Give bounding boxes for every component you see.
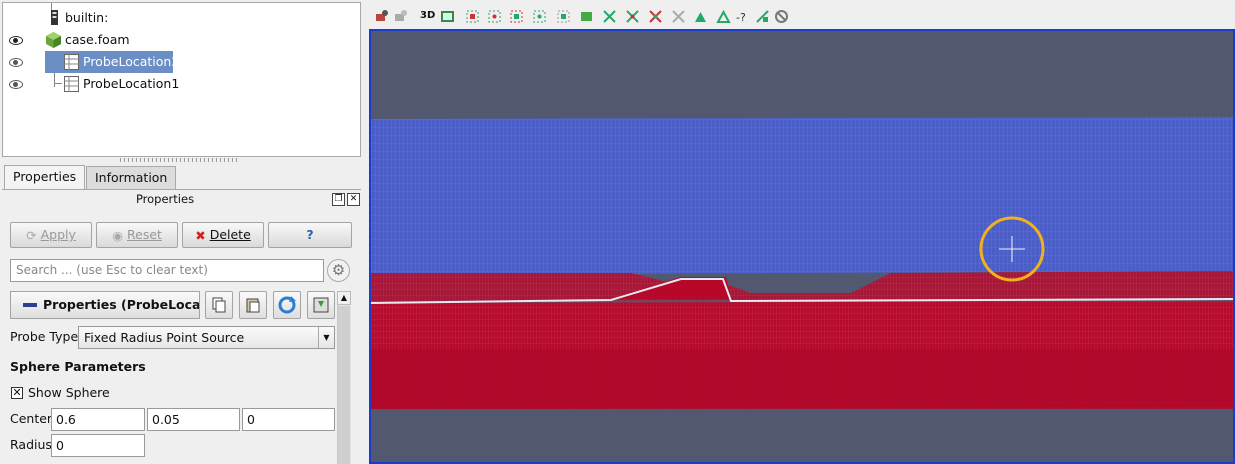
splitter-handle[interactable] [120, 158, 240, 162]
help-icon[interactable]: -? [735, 9, 750, 24]
tab-properties[interactable]: Properties [4, 165, 86, 189]
save-icon [313, 297, 329, 313]
cube-icon [46, 32, 61, 48]
search-input[interactable]: Search ... (use Esc to clear text) [10, 259, 324, 282]
pipeline-item-label: ProbeLocation1 [83, 76, 180, 91]
tab-information[interactable]: Information [86, 166, 177, 189]
apply-button[interactable]: ⟳ Apply [10, 222, 92, 248]
pipeline-item-case-foam[interactable]: case.foam [3, 29, 360, 51]
interactive-select-icon[interactable] [556, 9, 571, 24]
radius-label: Radius [10, 437, 52, 452]
apply-icon: ⟳ [26, 227, 37, 243]
gear-icon[interactable]: ⚙ [327, 259, 350, 282]
delete-button[interactable]: ✖ Delete [182, 222, 264, 248]
svg-text:-?: -? [736, 11, 746, 24]
pipeline-item-label: ProbeLocation2 [83, 54, 180, 69]
refresh-button[interactable] [273, 291, 301, 319]
hover-cells-icon[interactable] [602, 9, 617, 24]
server-icon [51, 10, 58, 25]
probe-type-value: Fixed Radius Point Source [84, 330, 245, 345]
help-button[interactable]: ? [268, 222, 352, 248]
center-label: Center [10, 411, 53, 426]
pipeline-item-probelocation1[interactable]: ProbeLocation1 [3, 73, 360, 95]
paste-button[interactable] [239, 291, 267, 319]
shrink-selection-icon[interactable] [648, 9, 663, 24]
chevron-down-icon: ▼ [318, 327, 334, 348]
delete-label: Delete [209, 227, 251, 242]
edit-icon[interactable] [693, 9, 708, 24]
eye-icon[interactable] [9, 80, 23, 89]
clear-selection-icon[interactable] [671, 9, 686, 24]
float-icon[interactable]: ❐ [332, 193, 345, 206]
probe-type-label: Probe Type [10, 329, 79, 344]
pipeline-item-label: builtin: [65, 10, 109, 25]
paste-icon [246, 298, 260, 313]
view-toolbar: 3D -? [369, 6, 1235, 28]
3d-toggle[interactable]: 3D [420, 10, 435, 21]
panel-title: Properties [135, 192, 195, 206]
screenshot-icon[interactable] [440, 9, 455, 24]
center-y-input[interactable]: 0.05 [147, 408, 240, 431]
probe-type-select[interactable]: Fixed Radius Point Source ▼ [78, 326, 335, 349]
select-blocks-icon[interactable] [532, 9, 547, 24]
table-icon [64, 76, 79, 92]
center-x-input[interactable]: 0.6 [51, 408, 145, 431]
copy-icon [212, 297, 226, 313]
center-z-input[interactable]: 0 [242, 408, 335, 431]
copy-button[interactable] [205, 291, 233, 319]
show-sphere-label: Show Sphere [28, 385, 110, 400]
eye-icon[interactable] [9, 58, 23, 67]
show-sphere-checkbox[interactable]: ✕ [11, 387, 23, 399]
delete-icon: ✖ [195, 227, 206, 243]
disable-icon[interactable] [774, 9, 789, 24]
apply-label: Apply [40, 227, 76, 242]
pipeline-item-builtin[interactable]: builtin: [3, 7, 360, 29]
sphere-parameters-heading: Sphere Parameters [10, 359, 146, 374]
refresh-icon [278, 296, 296, 314]
pipeline-item-label: case.foam [65, 32, 130, 47]
select-points-icon[interactable] [487, 9, 502, 24]
pipeline-browser[interactable]: builtin: case.foam ProbeLocation2 ProbeL… [2, 2, 361, 157]
camera-zoom-icon[interactable] [393, 9, 408, 24]
scroll-thumb[interactable] [338, 306, 350, 464]
table-icon [64, 54, 79, 70]
eye-icon[interactable] [9, 36, 23, 45]
pipeline-item-probelocation2[interactable]: ProbeLocation2 [3, 51, 360, 73]
properties-section-header[interactable]: Properties (ProbeLocatic [10, 291, 200, 319]
ruler-icon[interactable] [755, 9, 770, 24]
mesh-render[interactable] [371, 31, 1233, 462]
render-view[interactable] [369, 29, 1235, 464]
reset-icon: ◉ [112, 227, 123, 243]
reset-button[interactable]: ◉ Reset [96, 222, 178, 248]
grow-selection-icon[interactable] [625, 9, 640, 24]
mesh-upper-region [371, 117, 1233, 275]
select-cells-icon[interactable] [465, 9, 480, 24]
hover-points-icon[interactable] [579, 9, 594, 24]
radius-input[interactable]: 0 [51, 434, 145, 457]
reset-label: Reset [127, 227, 162, 242]
scroll-up-icon[interactable]: ▲ [337, 291, 351, 305]
find-data-icon[interactable] [716, 9, 731, 24]
camera-reset-icon[interactable] [374, 9, 389, 24]
select-frustum-icon[interactable] [509, 9, 524, 24]
close-icon[interactable]: ✕ [347, 193, 360, 206]
save-default-button[interactable] [307, 291, 335, 319]
